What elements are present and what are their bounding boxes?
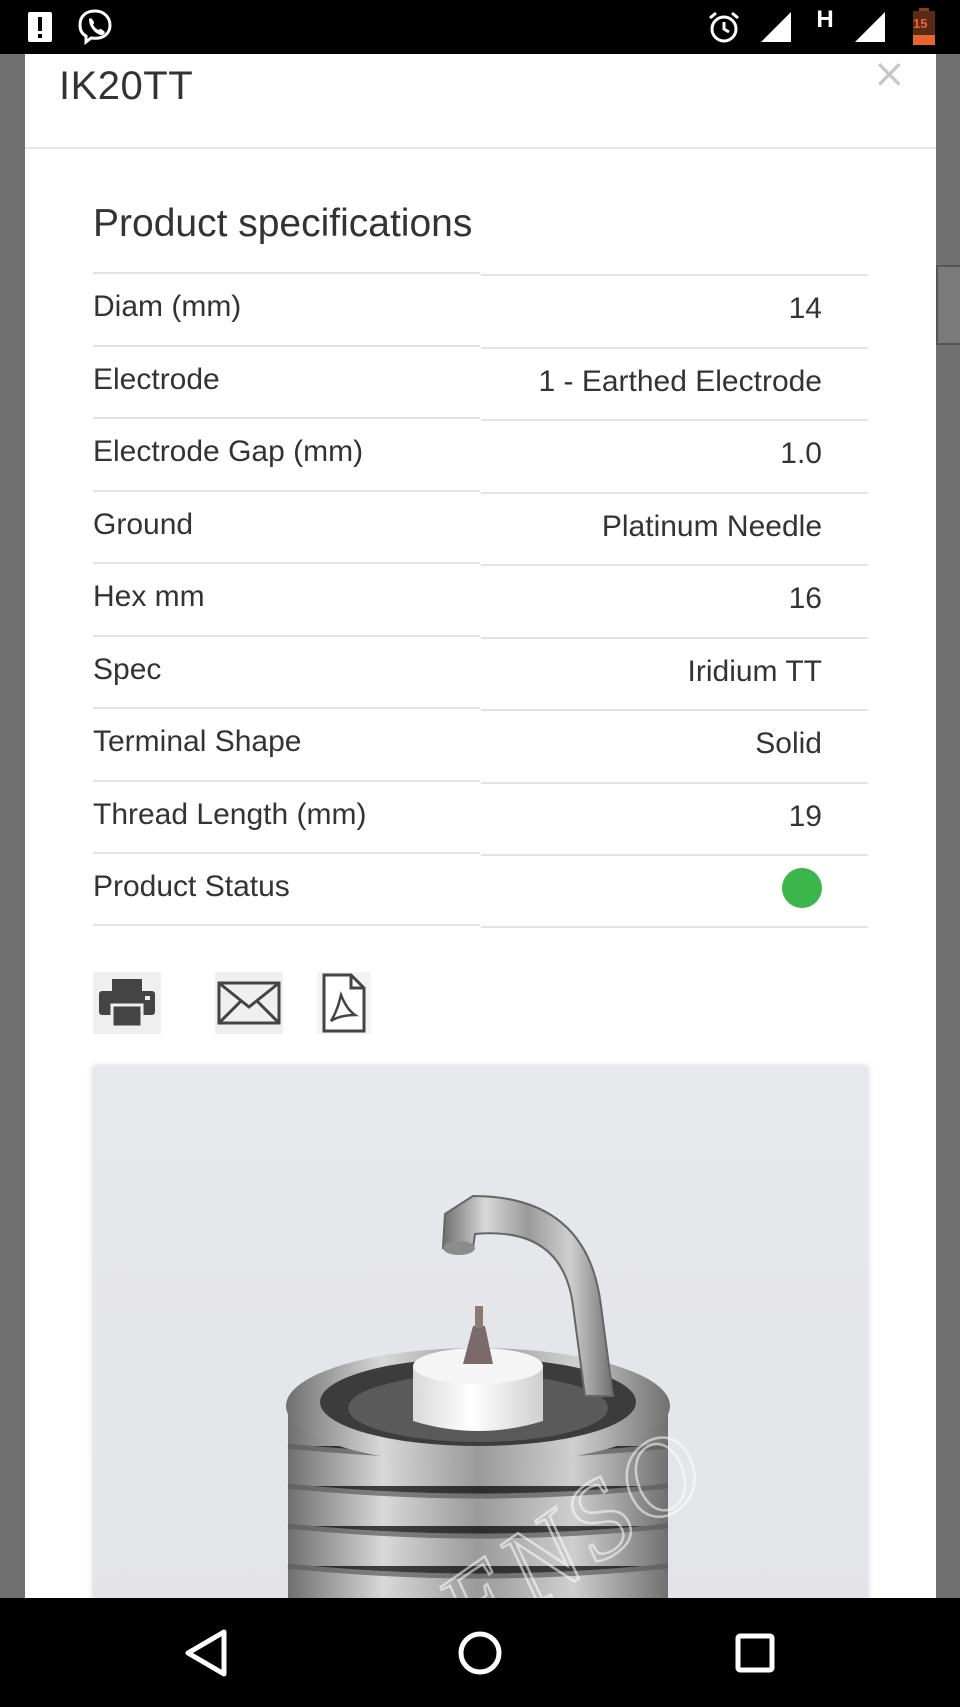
mail-icon: [217, 981, 281, 1025]
spec-value: Solid: [481, 709, 868, 779]
spec-value: 19: [481, 781, 868, 852]
spec-label: Electrode Gap (mm): [93, 417, 480, 489]
spec-label: Thread Length (mm): [93, 779, 480, 852]
spec-value: Platinum Needle: [481, 491, 868, 562]
spec-value-status: [481, 854, 868, 924]
spec-value: 14: [481, 274, 868, 344]
alarm-icon: [704, 0, 744, 54]
print-button[interactable]: [93, 972, 161, 1034]
spec-label: Hex mm: [93, 562, 480, 634]
section-title: Product specifications: [93, 202, 473, 245]
product-modal: IK20TT × Product specifications Diam (mm…: [25, 54, 936, 1598]
battery-icon: 15: [910, 0, 938, 54]
spec-label: Spec: [93, 634, 480, 707]
table-row: Spec Iridium TT: [93, 634, 868, 708]
home-button[interactable]: [420, 1598, 540, 1707]
table-row: Diam (mm) 14: [93, 272, 868, 345]
close-button[interactable]: ×: [872, 54, 906, 94]
backdrop-page-element: [936, 265, 960, 345]
pdf-icon: [322, 973, 366, 1033]
spec-table: Diam (mm) 14 Electrode 1 - Earthed Elect…: [93, 272, 868, 928]
navigation-bar: [0, 1598, 960, 1707]
signal-icon-1: [758, 0, 794, 54]
table-divider: [481, 926, 868, 928]
product-image: DENSO: [93, 1066, 868, 1598]
table-row: Hex mm 16: [93, 562, 868, 635]
pdf-button[interactable]: [317, 972, 371, 1034]
recents-icon: [735, 1633, 775, 1672]
status-indicator-dot: [782, 868, 822, 909]
table-row: Electrode Gap (mm) 1.0: [93, 417, 868, 490]
table-row: Terminal Shape Solid: [93, 707, 868, 780]
table-row: Electrode 1 - Earthed Electrode: [93, 344, 868, 418]
spec-label: Electrode: [93, 344, 480, 417]
spec-label: Ground: [93, 489, 480, 562]
printer-icon: [99, 979, 155, 1029]
alert-notification-icon: [24, 0, 56, 54]
spec-label: Terminal Shape: [93, 707, 480, 779]
back-button[interactable]: [145, 1598, 265, 1707]
spec-value: 1 - Earthed Electrode: [481, 346, 868, 417]
viber-icon: [74, 0, 116, 54]
email-button[interactable]: [215, 972, 283, 1034]
spec-label: Product Status: [93, 852, 480, 924]
back-icon: [185, 1629, 227, 1676]
modal-title: IK20TT: [59, 64, 194, 108]
table-row: Ground Platinum Needle: [93, 489, 868, 563]
network-type-badge: H: [816, 6, 834, 33]
table-row: Product Status: [93, 852, 868, 925]
spark-plug-illustration: DENSO: [286, 1194, 733, 1598]
home-icon: [458, 1631, 502, 1674]
spec-value: Iridium TT: [481, 636, 868, 707]
recents-button[interactable]: [695, 1598, 815, 1707]
signal-icon-2: [852, 0, 888, 54]
table-divider: [93, 924, 480, 926]
status-bar: H 15: [0, 0, 960, 54]
table-row: Thread Length (mm) 19: [93, 779, 868, 853]
spec-label: Diam (mm): [93, 272, 480, 344]
spec-value: 16: [481, 564, 868, 634]
spec-value: 1.0: [481, 419, 868, 489]
modal-header: IK20TT ×: [25, 54, 936, 149]
